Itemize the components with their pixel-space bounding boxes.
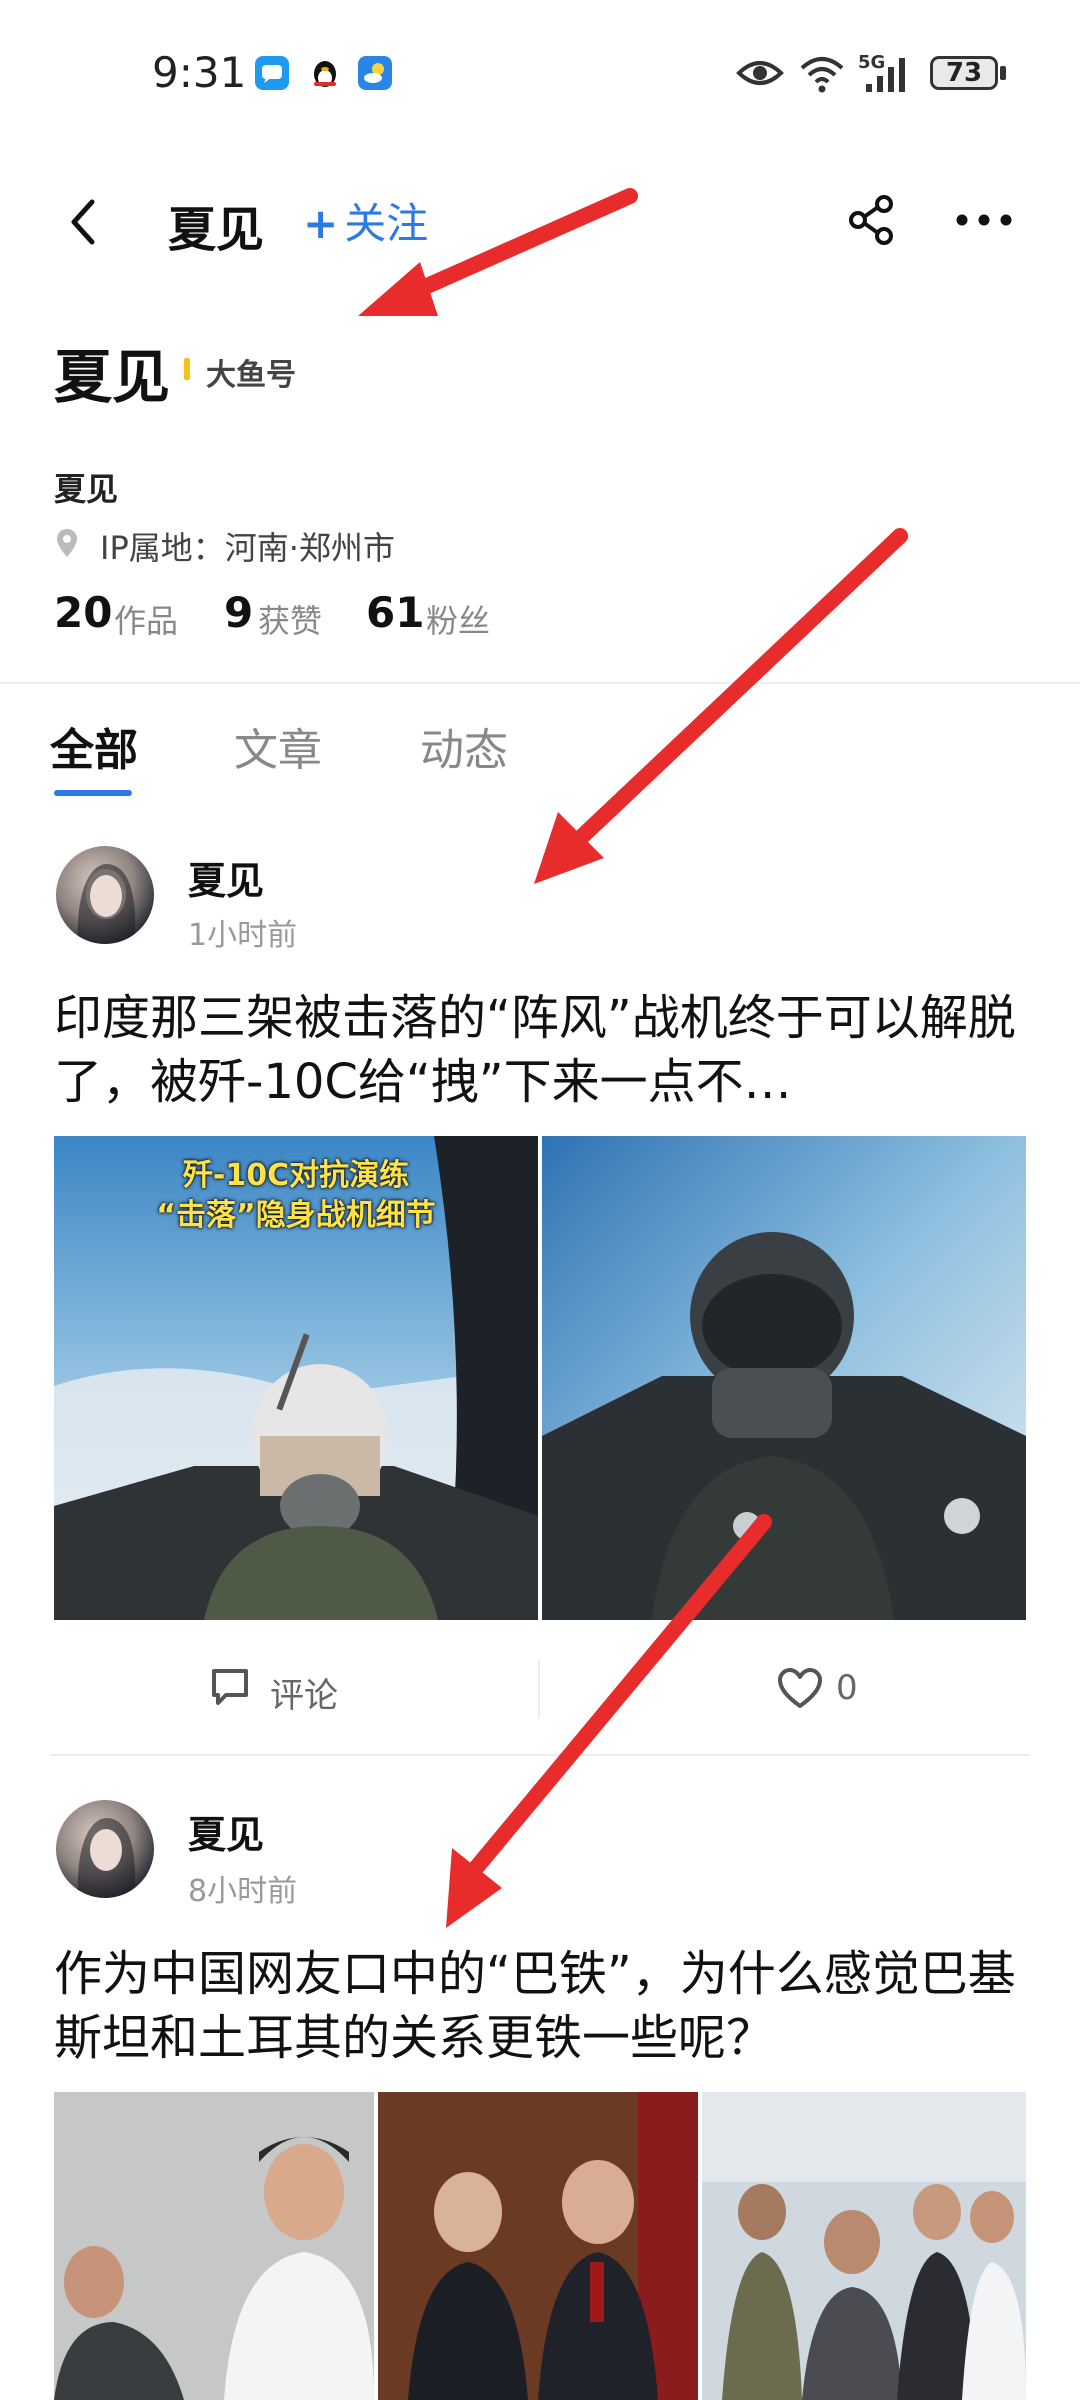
stat-works-label: 作品: [114, 602, 179, 640]
author-avatar[interactable]: [56, 846, 154, 944]
post-image-2[interactable]: [378, 2092, 698, 2400]
post-title[interactable]: 作为中国网友口中的“巴铁”，为什么感觉巴基斯坦和土耳其的关系更铁一些呢？: [54, 1942, 1044, 2070]
eye-icon: [736, 48, 784, 98]
ip-location: IP属地：河南·郑州市: [100, 529, 395, 567]
stat-fans-count: 61: [366, 588, 425, 637]
tab-moments[interactable]: 动态: [420, 714, 508, 778]
comment-button[interactable]: 评论: [270, 1668, 338, 1717]
tab-all[interactable]: 全部: [50, 714, 138, 778]
share-icon: [849, 195, 893, 245]
post-image-1[interactable]: [54, 2092, 374, 2400]
share-button[interactable]: [846, 194, 898, 246]
badge-accent-bar: [184, 358, 190, 380]
post-author[interactable]: 夏见: [188, 1804, 264, 1859]
post-time: 1小时前: [188, 918, 298, 953]
like-count: 0: [836, 1668, 858, 1708]
heart-icon[interactable]: [776, 1666, 824, 1710]
author-avatar[interactable]: [56, 1800, 154, 1898]
profile-name: 夏见: [54, 343, 171, 411]
message-app-icon: [255, 56, 289, 90]
wifi-icon: [798, 48, 846, 98]
plus-icon: +: [303, 199, 339, 248]
post-author[interactable]: 夏见: [188, 850, 264, 905]
post-image-2[interactable]: [542, 1136, 1026, 1620]
stat-likes-label: 获赞: [258, 602, 323, 640]
comment-icon: [208, 1665, 252, 1709]
location-pin-icon: [56, 528, 78, 558]
tab-articles[interactable]: 文章: [234, 714, 322, 778]
more-button[interactable]: [954, 210, 1014, 230]
chevron-left-icon: [71, 199, 95, 245]
image-caption-line1: 歼-10C对抗演练: [182, 1158, 410, 1193]
stat-likes-count: 9: [224, 588, 254, 637]
action-divider: [538, 1660, 540, 1718]
section-divider: [0, 682, 1080, 684]
post-image-3[interactable]: [702, 2092, 1026, 2400]
back-button[interactable]: [60, 190, 104, 254]
post-time: 8小时前: [188, 1874, 298, 1909]
stat-fans-label: 粉丝: [426, 602, 491, 640]
post-title[interactable]: 印度那三架被击落的“阵风”战机终于可以解脱了，被歼-10C给“拽”下来一点不…: [54, 986, 1044, 1114]
profile-subtitle: 夏见: [54, 470, 119, 508]
weather-app-icon: [358, 56, 392, 90]
stat-works-count: 20: [54, 588, 113, 637]
status-time: 9:31: [152, 48, 247, 97]
more-dots-icon: [956, 214, 1012, 226]
battery-tip: [1000, 66, 1006, 80]
image-caption-line2: “击落”隐身战机细节: [156, 1198, 436, 1233]
qq-penguin-icon: [308, 56, 342, 90]
account-type-badge: 大鱼号: [206, 358, 296, 393]
active-tab-indicator: [54, 790, 132, 796]
follow-label: 关注: [344, 199, 429, 248]
header-title: 夏见: [168, 202, 265, 258]
signal-bars-icon: [862, 48, 912, 98]
battery-indicator: 73: [930, 56, 998, 90]
post-divider: [50, 1754, 1030, 1756]
follow-button[interactable]: + 关注: [303, 190, 428, 251]
